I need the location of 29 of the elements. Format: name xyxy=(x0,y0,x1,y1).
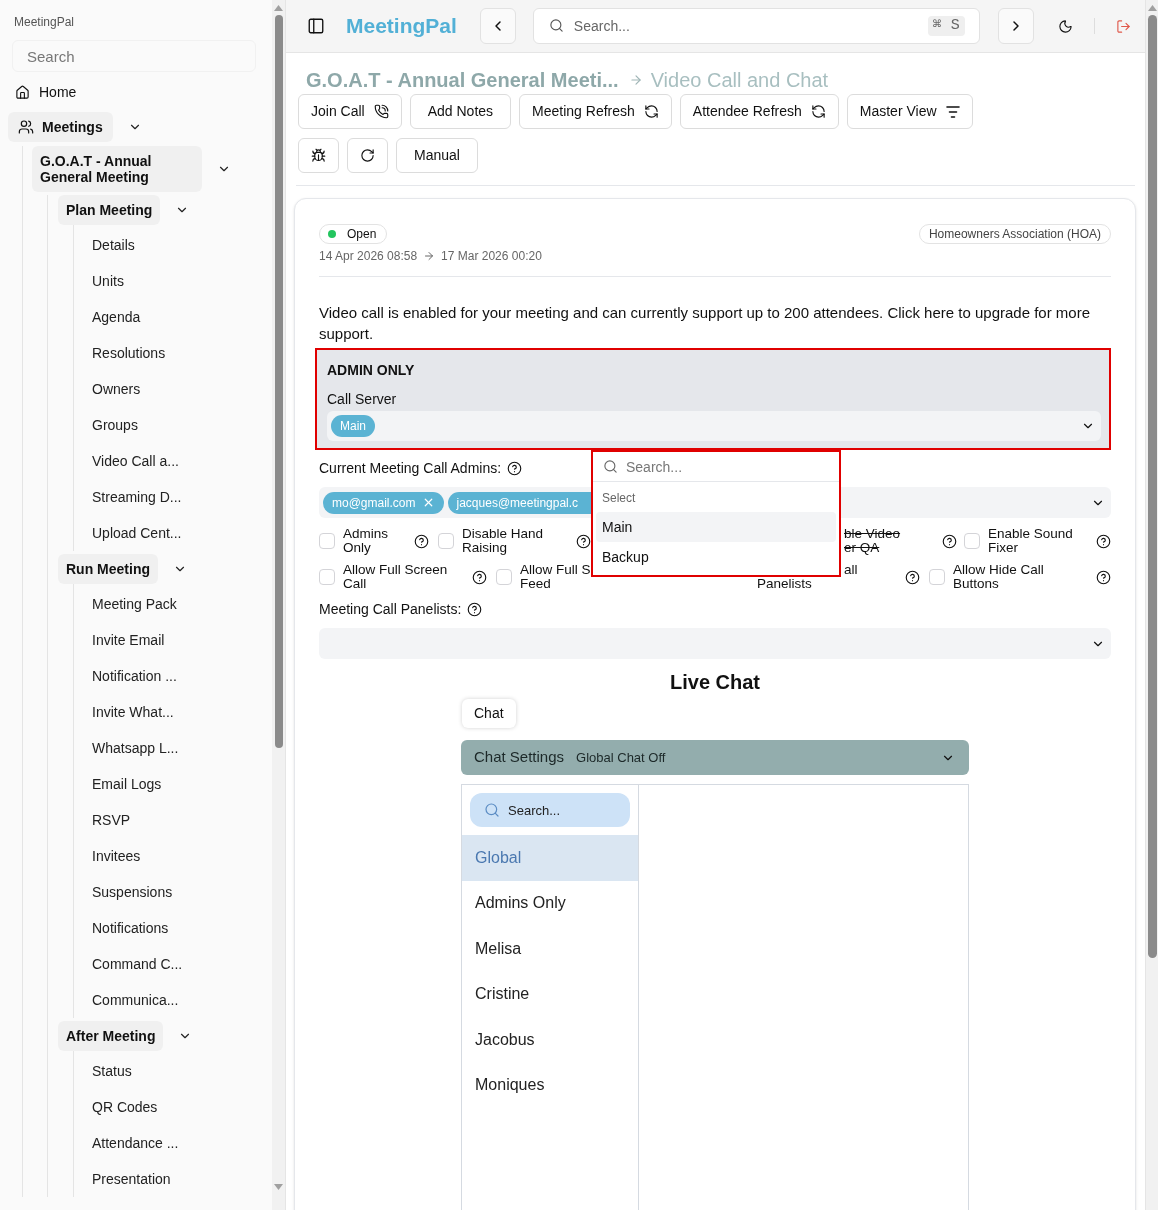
option-label: Allow Full S Feed xyxy=(520,563,591,591)
option-label: Allow Full Screen Call xyxy=(343,563,448,591)
brand-name: MeetingPal xyxy=(346,13,457,39)
section-title: Live Chat xyxy=(670,670,760,695)
settings-status: Global Chat Off xyxy=(576,748,666,767)
app-name: MeetingPal xyxy=(14,14,75,30)
option-label: er QA xyxy=(844,541,880,555)
email-tag: jacques@meetingpal.c xyxy=(447,491,591,514)
notice-text: Video call is enabled for your meeting and can currently support up to 200 attendees. Click here to upgrade for more support. xyxy=(319,303,1091,344)
settings-title: Chat Settings xyxy=(474,747,565,768)
option-label: Enable Sound Fixer xyxy=(988,527,1073,555)
end-date: 17 Mar 2026 00:20 xyxy=(441,249,542,263)
option-label: all xyxy=(844,563,858,577)
email-tag: mo@gmail.com xyxy=(323,491,444,514)
admin-title: ADMIN ONLY xyxy=(327,361,415,380)
page-title: Video Call and Chat xyxy=(650,68,829,93)
field-label: Call Server xyxy=(327,390,397,409)
shortcut-key: ⌘ S xyxy=(927,16,965,36)
start-date: 14 Apr 2026 08:58 xyxy=(319,249,418,263)
field-label: Current Meeting Call Admins: xyxy=(319,458,502,478)
field-label: Meeting Call Panelists: xyxy=(319,599,462,619)
value-tag: Main xyxy=(331,415,375,437)
option-label: Disable Hand Raising xyxy=(462,527,544,555)
option-label: ble Video xyxy=(844,527,901,541)
status-label: Open xyxy=(347,227,377,241)
option-label: Panelists xyxy=(757,577,812,591)
option-label: Admins Only xyxy=(343,527,388,555)
menu-heading: Select xyxy=(602,490,636,507)
option-label: Allow Hide Call Buttons xyxy=(953,563,1044,591)
